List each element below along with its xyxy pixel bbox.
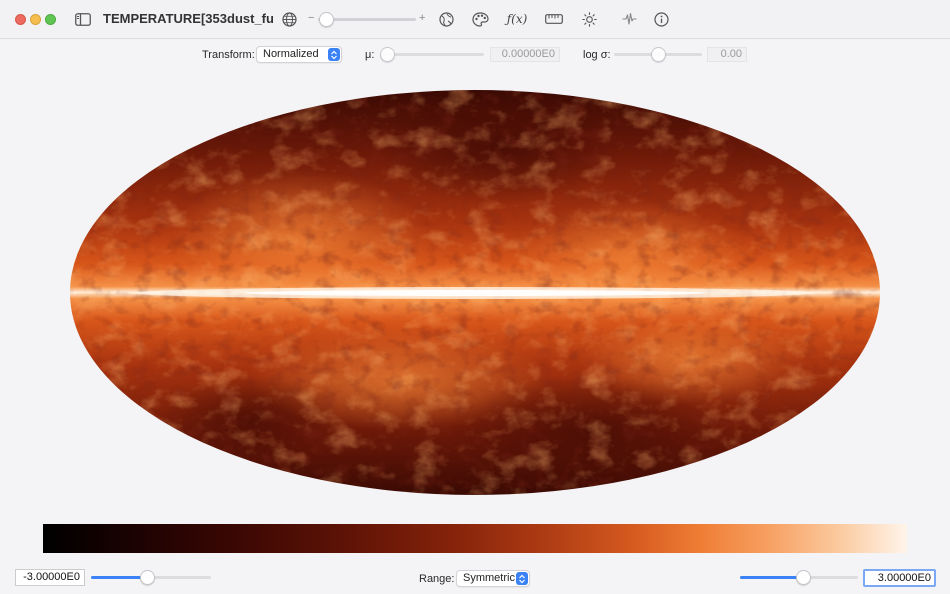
range-max-field[interactable]: 3.00000E0 <box>863 569 936 587</box>
range-label: Range: <box>419 573 455 585</box>
range-max-slider-fill <box>740 576 803 579</box>
sky-map[interactable] <box>70 90 880 495</box>
log-sigma-value-field[interactable]: 0.00 <box>707 47 747 62</box>
brightness-icon[interactable] <box>579 10 599 28</box>
waveform-icon[interactable] <box>619 10 639 28</box>
zoom-in-label: + <box>419 12 426 24</box>
colormap-bar <box>43 524 907 553</box>
palette-icon[interactable] <box>470 10 490 28</box>
close-window-button[interactable] <box>15 14 26 25</box>
zoom-slider-knob[interactable] <box>318 12 334 27</box>
mu-value-field[interactable]: 0.00000E0 <box>490 47 560 62</box>
range-select-value: Symmetric <box>463 572 515 584</box>
transform-label: Transform: <box>202 49 255 61</box>
log-sigma-slider-knob[interactable] <box>651 47 666 62</box>
function-icon[interactable]: ƒ(x) <box>504 10 530 28</box>
mu-slider[interactable] <box>382 53 484 56</box>
minimize-window-button[interactable] <box>30 14 41 25</box>
ruler-icon[interactable] <box>544 10 564 28</box>
transform-select[interactable]: Normalized <box>256 46 342 63</box>
range-select[interactable]: Symmetric <box>456 570 530 587</box>
range-max-slider-knob[interactable] <box>795 570 811 585</box>
title-bar: TEMPERATURE[353dust_ful.... − + ƒ(x) <box>0 0 950 39</box>
zoom-out-label: − <box>308 12 315 24</box>
chevron-updown-icon <box>516 572 528 585</box>
mu-label: μ: <box>365 49 375 61</box>
globe-icon[interactable] <box>279 10 299 28</box>
mu-slider-knob[interactable] <box>380 47 395 62</box>
window-title: TEMPERATURE[353dust_ful.... <box>103 11 273 26</box>
chevron-updown-icon <box>328 48 340 61</box>
maximize-window-button[interactable] <box>45 14 56 25</box>
range-min-slider-fill <box>91 576 148 579</box>
info-icon[interactable] <box>651 10 671 28</box>
transform-select-value: Normalized <box>263 48 319 60</box>
projection-icon[interactable] <box>436 10 456 28</box>
sidebar-toggle-icon[interactable] <box>73 10 93 28</box>
range-min-slider-knob[interactable] <box>140 570 156 585</box>
range-min-field[interactable]: -3.00000E0 <box>15 569 85 586</box>
log-sigma-label: log σ: <box>583 49 611 61</box>
